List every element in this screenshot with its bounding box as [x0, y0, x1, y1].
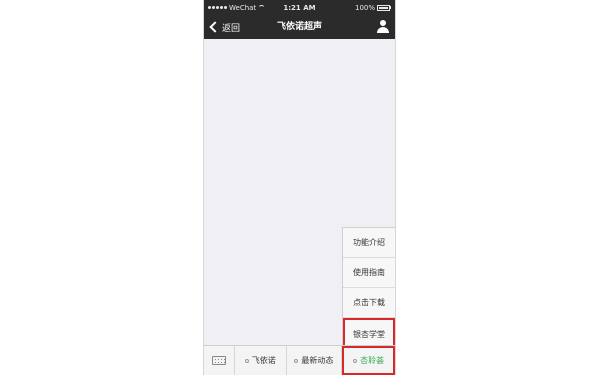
menu-item-feature-intro[interactable]: 功能介绍 — [343, 228, 395, 258]
tab-feiyinuo[interactable]: 飞依诺 — [235, 346, 287, 375]
tab-label: 飞依诺 — [251, 356, 276, 365]
keyboard-toggle-button[interactable] — [204, 346, 235, 375]
battery-icon — [377, 4, 390, 11]
menu-item-user-guide[interactable]: 使用指南 — [343, 258, 395, 288]
page-title: 飞依诺超声 — [276, 22, 322, 32]
status-bar: WeChat 1:21 AM 100% — [204, 0, 395, 15]
menu-tab-bar: 飞依诺 最新动态 杏聆荟 — [204, 345, 395, 375]
tab-label: 杏聆荟 — [360, 356, 385, 365]
dot-icon — [244, 358, 249, 363]
tab-xinglinghui[interactable]: 杏聆荟 — [342, 346, 395, 375]
phone-screen: WeChat 1:21 AM 100% 返回 飞依诺超声 功能介绍 使用指南 点… — [203, 0, 396, 375]
status-time: 1:21 AM — [283, 3, 316, 12]
profile-button[interactable] — [377, 20, 389, 33]
dot-icon — [353, 358, 358, 363]
menu-item-download[interactable]: 点击下载 — [343, 288, 395, 318]
dot-icon — [294, 358, 299, 363]
person-icon — [380, 20, 386, 26]
tab-latest-news[interactable]: 最新动态 — [287, 346, 343, 375]
keyboard-icon — [211, 356, 226, 365]
person-icon-body — [377, 27, 389, 33]
navigation-bar: 返回 飞依诺超声 — [204, 15, 395, 39]
chat-content-area: 功能介绍 使用指南 点击下载 银杏学堂 + — [204, 39, 395, 375]
menu-item-ginkgo-academy[interactable]: 银杏学堂 — [343, 318, 395, 348]
tab-label: 最新动态 — [301, 356, 334, 365]
